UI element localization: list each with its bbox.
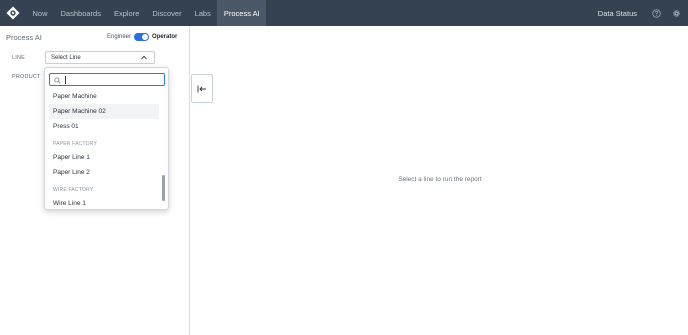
app-logo-icon[interactable] xyxy=(0,0,26,26)
text-caret xyxy=(65,75,66,84)
sidebar-title: Process AI xyxy=(6,33,42,42)
help-circle-icon[interactable] xyxy=(648,0,665,26)
line-dropdown-menu: Paper Machine Paper Machine 02 Press 01 … xyxy=(44,67,169,210)
nav-dashboards[interactable]: Dashboards xyxy=(54,0,107,26)
group-header-wire-factory: WIRE FACTORY xyxy=(53,187,94,193)
line-select-value: Select Line xyxy=(51,54,81,61)
empty-state-message: Select a line to run the report xyxy=(398,176,482,183)
line-label: LINE xyxy=(12,55,26,61)
data-status-link[interactable]: Data Status xyxy=(598,9,637,18)
option-paper-line-2[interactable]: Paper Line 2 xyxy=(45,165,163,180)
topbar-right-group: Data Status xyxy=(598,0,688,26)
main-nav: Now Dashboards Explore Discover Labs Pro… xyxy=(26,0,267,26)
mode-toggle-group: Engineer Operator xyxy=(107,33,177,41)
collapse-sidebar-button[interactable] xyxy=(191,74,213,103)
collapse-left-icon xyxy=(197,80,207,98)
option-press-01[interactable]: Press 01 xyxy=(45,119,163,134)
top-navbar: Now Dashboards Explore Discover Labs Pro… xyxy=(0,0,688,26)
option-paper-machine-02[interactable]: Paper Machine 02 xyxy=(49,104,159,119)
mode-toggle[interactable] xyxy=(134,33,150,41)
engineer-label[interactable]: Engineer xyxy=(107,34,131,40)
nav-discover[interactable]: Discover xyxy=(146,0,188,26)
search-icon xyxy=(54,71,61,89)
product-label: PRODUCT xyxy=(12,74,41,80)
dropdown-list: Paper Machine Paper Machine 02 Press 01 … xyxy=(45,89,163,209)
group-header-paper-factory: PAPER FACTORY xyxy=(53,141,98,147)
dropdown-scrollbar[interactable] xyxy=(162,175,165,201)
option-paper-line-1[interactable]: Paper Line 1 xyxy=(45,150,163,165)
gear-icon[interactable] xyxy=(668,0,685,26)
option-paper-machine[interactable]: Paper Machine xyxy=(45,89,163,104)
toggle-knob xyxy=(142,34,149,40)
nav-labs[interactable]: Labs xyxy=(188,0,217,26)
nav-explore[interactable]: Explore xyxy=(107,0,145,26)
dropdown-search-input[interactable] xyxy=(49,73,165,86)
option-wire-line-1[interactable]: Wire Line 1 xyxy=(45,196,163,209)
chevron-up-icon xyxy=(141,55,147,62)
nav-process-ai[interactable]: Process AI xyxy=(217,0,267,26)
operator-label[interactable]: Operator xyxy=(152,34,177,40)
line-select[interactable]: Select Line xyxy=(45,51,155,64)
nav-now[interactable]: Now xyxy=(26,0,54,26)
